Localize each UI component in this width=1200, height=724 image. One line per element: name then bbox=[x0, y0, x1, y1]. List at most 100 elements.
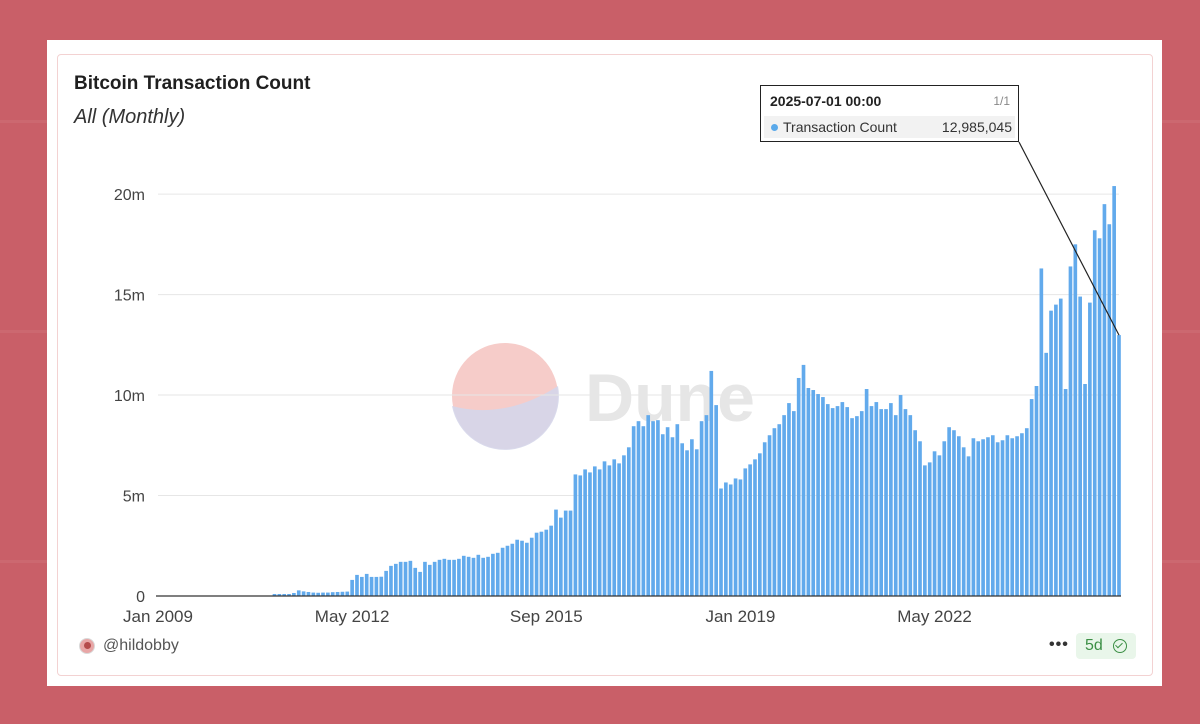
bar[interactable] bbox=[432, 561, 437, 596]
bar[interactable] bbox=[889, 403, 893, 596]
bar[interactable] bbox=[947, 427, 951, 596]
bar[interactable] bbox=[602, 461, 607, 596]
bar[interactable] bbox=[821, 397, 825, 596]
bar[interactable] bbox=[665, 427, 670, 596]
bar[interactable] bbox=[840, 402, 845, 596]
bar[interactable] bbox=[340, 591, 345, 596]
bar[interactable] bbox=[913, 430, 917, 596]
bar[interactable] bbox=[908, 415, 913, 596]
bar[interactable] bbox=[626, 447, 631, 596]
bar[interactable] bbox=[830, 408, 835, 596]
bar[interactable] bbox=[466, 556, 471, 596]
bar[interactable] bbox=[457, 558, 461, 596]
bar[interactable] bbox=[573, 474, 578, 596]
bar[interactable] bbox=[301, 591, 306, 596]
bar[interactable] bbox=[539, 531, 544, 596]
bar[interactable] bbox=[801, 364, 806, 596]
bar[interactable] bbox=[1000, 440, 1005, 596]
bar[interactable] bbox=[476, 554, 481, 596]
bar[interactable] bbox=[796, 377, 801, 596]
bar[interactable] bbox=[942, 441, 947, 596]
bar[interactable] bbox=[350, 579, 354, 596]
bar[interactable] bbox=[918, 441, 922, 596]
bar[interactable] bbox=[447, 559, 452, 596]
bar[interactable] bbox=[1010, 438, 1015, 596]
bar[interactable] bbox=[1005, 435, 1010, 596]
bar[interactable] bbox=[1054, 304, 1058, 596]
bar[interactable] bbox=[724, 482, 728, 596]
bar[interactable] bbox=[641, 426, 646, 596]
bar[interactable] bbox=[486, 556, 490, 596]
bar[interactable] bbox=[384, 570, 388, 596]
bar[interactable] bbox=[442, 558, 447, 596]
bar[interactable] bbox=[461, 555, 466, 596]
bar[interactable] bbox=[369, 576, 374, 596]
avatar[interactable] bbox=[79, 638, 95, 654]
bar[interactable] bbox=[559, 517, 563, 596]
bar[interactable] bbox=[656, 420, 660, 596]
bar[interactable] bbox=[884, 409, 888, 596]
bar[interactable] bbox=[1097, 238, 1102, 597]
bar[interactable] bbox=[1029, 399, 1034, 596]
bar[interactable] bbox=[1078, 296, 1082, 596]
bar[interactable] bbox=[1083, 384, 1087, 596]
bar[interactable] bbox=[782, 415, 786, 596]
bar[interactable] bbox=[874, 402, 879, 596]
bar[interactable] bbox=[898, 395, 903, 596]
bar[interactable] bbox=[932, 451, 937, 596]
bar[interactable] bbox=[811, 390, 816, 596]
bar[interactable] bbox=[588, 472, 592, 596]
bar[interactable] bbox=[1015, 436, 1019, 596]
bar[interactable] bbox=[845, 407, 850, 596]
bar[interactable] bbox=[534, 532, 539, 596]
bar[interactable] bbox=[583, 469, 587, 596]
bar[interactable] bbox=[495, 552, 500, 596]
bar[interactable] bbox=[976, 441, 981, 596]
bar[interactable] bbox=[520, 540, 524, 596]
bar[interactable] bbox=[617, 463, 621, 596]
bar[interactable] bbox=[971, 438, 976, 596]
bar[interactable] bbox=[738, 479, 743, 596]
bar[interactable] bbox=[491, 553, 495, 596]
bar[interactable] bbox=[903, 409, 908, 596]
bar[interactable] bbox=[670, 437, 675, 596]
bar[interactable] bbox=[394, 563, 398, 596]
bar[interactable] bbox=[961, 447, 966, 596]
bar[interactable] bbox=[1024, 428, 1029, 596]
bar[interactable] bbox=[733, 478, 738, 596]
bar[interactable] bbox=[398, 561, 403, 596]
bar[interactable] bbox=[825, 404, 830, 596]
bar[interactable] bbox=[1020, 433, 1024, 596]
bar[interactable] bbox=[578, 475, 583, 596]
bar[interactable] bbox=[806, 388, 811, 596]
bar[interactable] bbox=[762, 442, 767, 596]
bar[interactable] bbox=[748, 464, 752, 596]
bar[interactable] bbox=[690, 439, 694, 596]
bar[interactable] bbox=[1117, 335, 1121, 596]
bar[interactable] bbox=[631, 426, 636, 596]
bar[interactable] bbox=[709, 370, 714, 596]
bar[interactable] bbox=[452, 559, 456, 596]
bar[interactable] bbox=[675, 424, 680, 596]
bar[interactable] bbox=[549, 525, 553, 596]
bar[interactable] bbox=[500, 547, 505, 596]
bar[interactable] bbox=[893, 415, 898, 596]
bar[interactable] bbox=[296, 590, 301, 596]
bar[interactable] bbox=[529, 537, 534, 596]
bar[interactable] bbox=[379, 576, 384, 596]
bar[interactable] bbox=[753, 459, 757, 596]
bar[interactable] bbox=[544, 529, 549, 596]
bar[interactable] bbox=[651, 421, 655, 596]
bar[interactable] bbox=[767, 435, 772, 596]
refresh-age-badge[interactable]: 5d bbox=[1076, 633, 1136, 659]
bar[interactable] bbox=[859, 411, 864, 596]
bar[interactable] bbox=[660, 434, 665, 596]
bar[interactable] bbox=[597, 469, 602, 596]
bar[interactable] bbox=[728, 484, 733, 596]
bar[interactable] bbox=[699, 421, 704, 596]
bar[interactable] bbox=[612, 459, 617, 596]
bar[interactable] bbox=[1112, 186, 1116, 596]
bar[interactable] bbox=[403, 561, 408, 596]
bar[interactable] bbox=[855, 416, 859, 596]
bar[interactable] bbox=[957, 436, 961, 596]
